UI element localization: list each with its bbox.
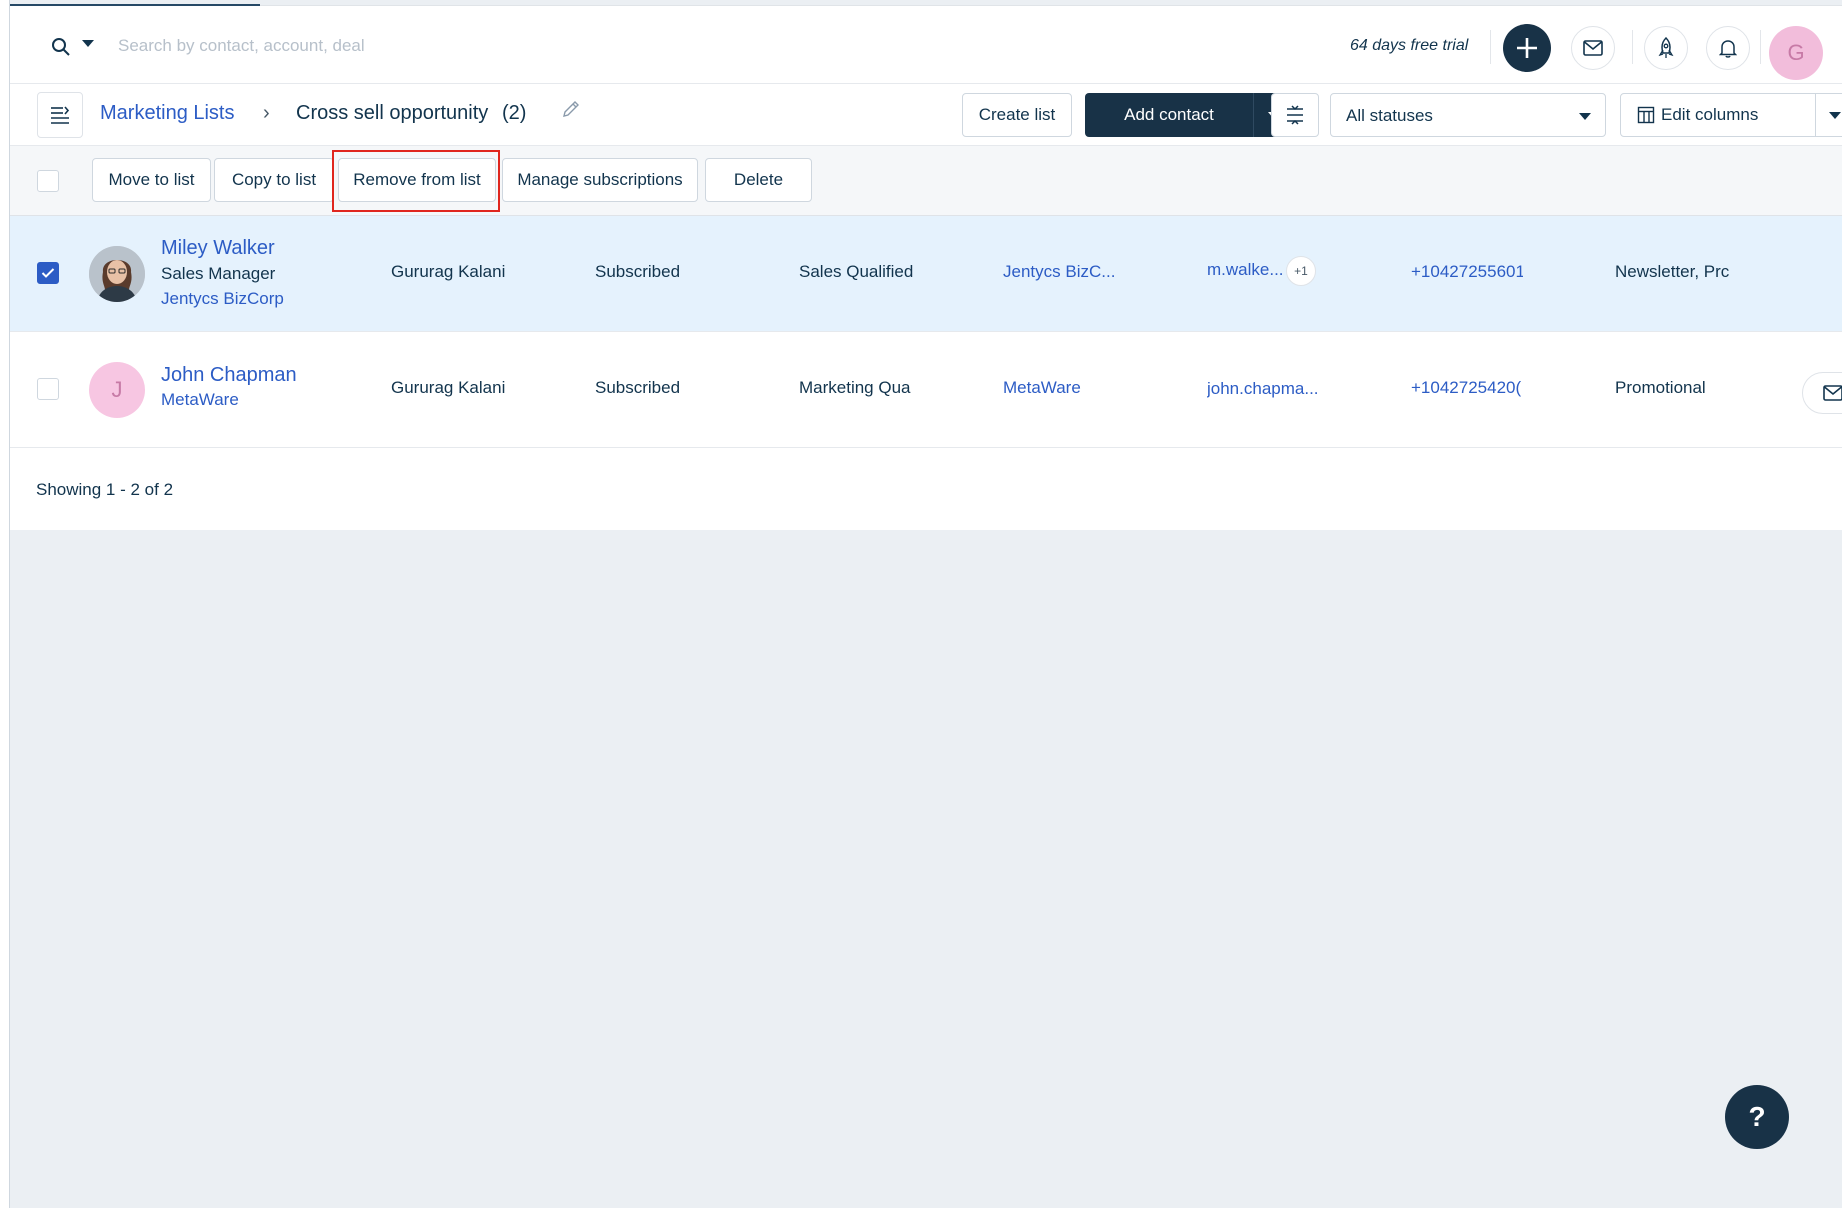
account-link[interactable]: MetaWare: [1003, 378, 1081, 398]
divider: [1632, 30, 1633, 64]
search-icon[interactable]: [50, 36, 72, 58]
owner-cell: Gururag Kalani: [391, 262, 506, 281]
contact-name-link[interactable]: John Chapman: [161, 364, 297, 387]
subscription-status-cell: Subscribed: [595, 262, 681, 281]
contact-avatar: J: [89, 362, 145, 418]
table-footer: Showing 1 - 2 of 2: [10, 448, 1842, 530]
chevron-down-icon: [1828, 111, 1841, 119]
row-checkbox[interactable]: [37, 262, 59, 284]
global-search-input[interactable]: [118, 28, 538, 64]
lifecycle-stage-cell: Marketing Qual: [799, 378, 911, 397]
mail-icon: [1823, 385, 1842, 401]
list-menu-icon: [51, 106, 70, 124]
phone-link[interactable]: +10427255601: [1411, 262, 1523, 282]
table-row[interactable]: J John Chapman MetaWare Gururag Kalani S…: [10, 332, 1842, 448]
phone-link[interactable]: +1042725420(: [1411, 378, 1523, 398]
edit-columns-label: Edit columns: [1661, 105, 1759, 124]
quick-add-button[interactable]: [1503, 24, 1551, 72]
breadcrumb-marketing-lists[interactable]: Marketing Lists: [100, 102, 235, 125]
send-email-button[interactable]: [1802, 372, 1842, 414]
lists-cell: Promotional: [1615, 378, 1706, 397]
filter-sliders-icon: [1287, 105, 1303, 125]
list-header: Marketing Lists › Cross sell opportunity…: [10, 84, 1842, 146]
toggle-sidebar-button[interactable]: [37, 92, 83, 138]
edit-columns-button[interactable]: Edit columns: [1620, 93, 1816, 137]
contact-account-link[interactable]: Jentycs BizCorp: [161, 289, 284, 309]
pagination-summary: Showing 1 - 2 of 2: [36, 480, 174, 499]
top-navigation-bar: 64 days free trial: [10, 6, 1842, 84]
divider: [1760, 30, 1761, 64]
select-all-checkbox[interactable]: [37, 170, 59, 192]
user-avatar[interactable]: G: [1769, 26, 1823, 80]
breadcrumb-chevron-right-icon: ›: [263, 102, 270, 124]
app-frame: 64 days free trial: [9, 0, 1842, 1208]
status-filter-select[interactable]: All statuses: [1330, 93, 1606, 137]
owner-cell: Gururag Kalani: [391, 378, 506, 397]
edit-list-name-pencil-icon[interactable]: [560, 98, 582, 120]
contact-account-link[interactable]: MetaWare: [161, 390, 239, 410]
status-filter-value: All statuses: [1346, 106, 1433, 125]
notifications-button[interactable]: [1706, 26, 1750, 70]
checkmark-icon: [41, 268, 55, 278]
plus-icon: [1517, 38, 1537, 58]
rocket-icon: [1658, 37, 1674, 58]
row-checkbox[interactable]: [37, 378, 59, 400]
onboarding-button[interactable]: [1644, 26, 1688, 70]
email-link[interactable]: john.chapma...: [1207, 379, 1319, 399]
email-link[interactable]: m.walke...: [1207, 260, 1284, 280]
list-count: (2): [502, 102, 527, 124]
table-row[interactable]: Miley Walker Sales Manager Jentycs BizCo…: [10, 216, 1842, 332]
add-contact-button[interactable]: Add contact: [1085, 93, 1253, 137]
mail-icon: [1583, 40, 1603, 56]
bulk-actions-bar: Move to list Copy to list Remove from li…: [10, 146, 1842, 216]
filter-button[interactable]: [1271, 93, 1319, 137]
trial-status-text: 64 days free trial: [1350, 37, 1469, 54]
account-link[interactable]: Jentycs BizC...: [1003, 262, 1123, 282]
manage-subscriptions-button[interactable]: Manage subscriptions: [502, 158, 698, 202]
remove-from-list-button[interactable]: Remove from list: [338, 158, 496, 202]
list-title: Cross sell opportunity: [296, 102, 489, 124]
bell-icon: [1719, 40, 1737, 58]
delete-button[interactable]: Delete: [705, 158, 812, 202]
more-emails-badge[interactable]: +1: [1286, 256, 1316, 286]
columns-icon: [1637, 106, 1655, 124]
divider: [1490, 30, 1491, 64]
edit-columns-options-button[interactable]: [1816, 93, 1842, 137]
copy-to-list-button[interactable]: Copy to list: [214, 158, 334, 202]
chevron-down-icon: [1579, 113, 1591, 120]
search-scope-chevron-down-icon[interactable]: [82, 40, 94, 47]
lifecycle-stage-cell: Sales Qualified: [799, 262, 914, 281]
person-photo-icon: [89, 246, 145, 302]
move-to-list-button[interactable]: Move to list: [92, 158, 211, 202]
lists-cell: Newsletter, Prc: [1615, 262, 1730, 281]
contact-avatar: [89, 246, 145, 302]
email-button[interactable]: [1571, 26, 1615, 70]
contact-name-link[interactable]: Miley Walker: [161, 237, 275, 260]
help-button[interactable]: ?: [1725, 1085, 1789, 1149]
contact-job-title: Sales Manager: [161, 264, 276, 283]
create-list-button[interactable]: Create list: [962, 93, 1072, 137]
subscription-status-cell: Subscribed: [595, 378, 681, 397]
